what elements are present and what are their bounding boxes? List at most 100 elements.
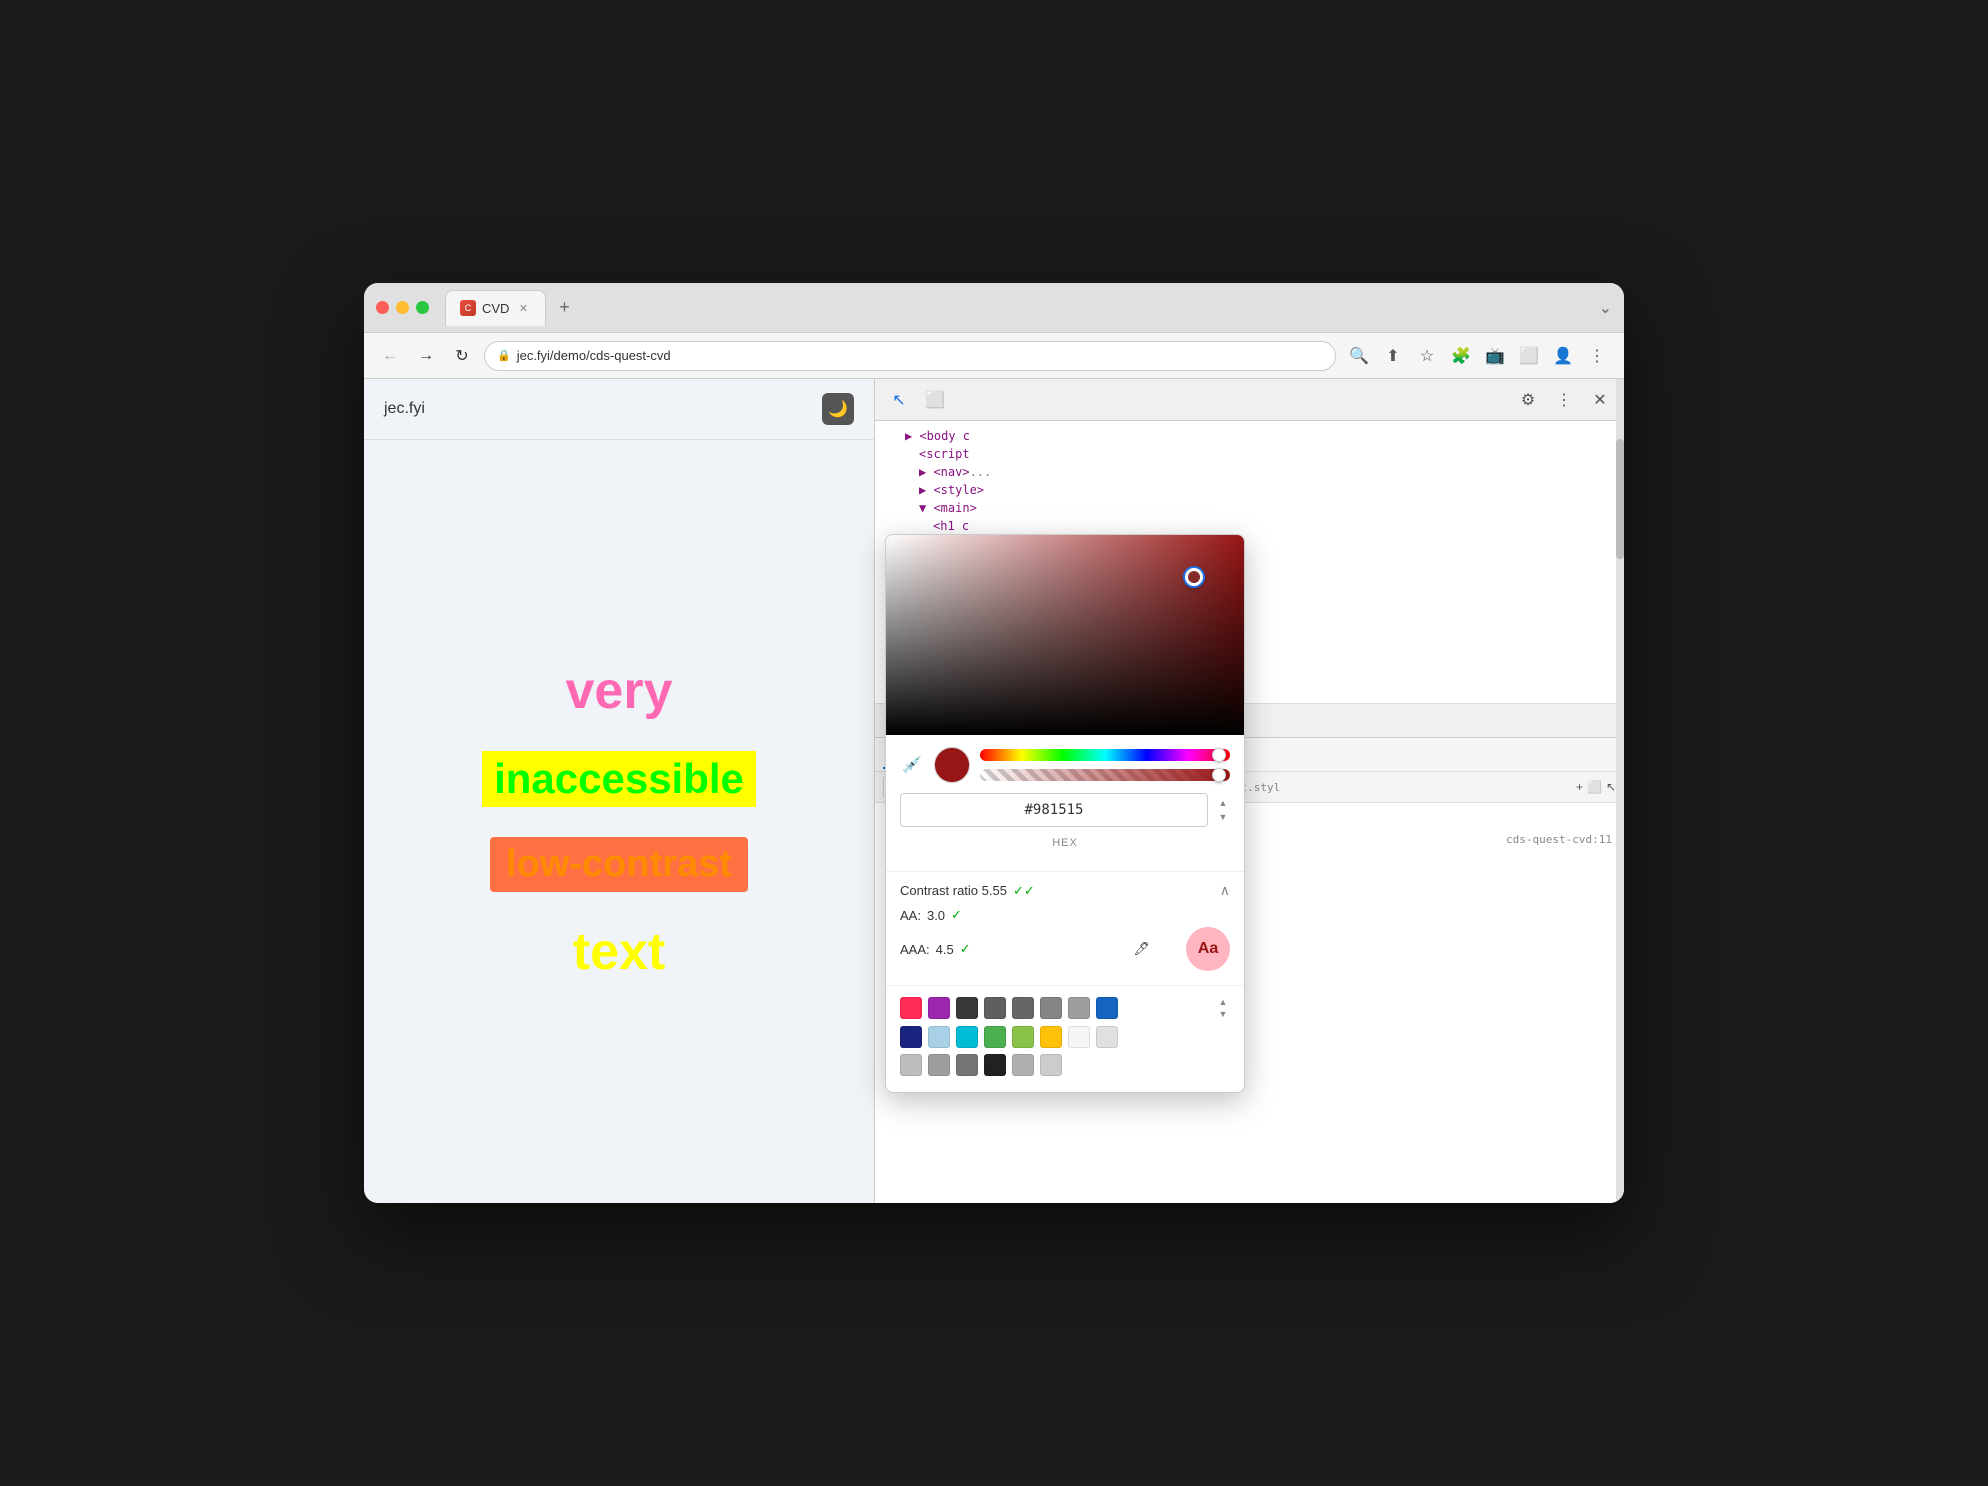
swatches-down-arrow[interactable]: ▼ <box>1216 1008 1230 1020</box>
demo-word-lowcontrast: low-contrast <box>490 837 748 892</box>
swatch-hotpink[interactable] <box>900 997 922 1019</box>
maximize-window-button[interactable] <box>416 301 429 314</box>
sidebar-button[interactable]: ⬜ <box>1514 341 1544 371</box>
tree-node-main[interactable]: ▼ <main> <box>875 499 1624 517</box>
minimize-window-button[interactable] <box>396 301 409 314</box>
color-gradient-area[interactable] <box>886 535 1244 735</box>
cast-button[interactable]: 📺 <box>1480 341 1510 371</box>
address-bar[interactable]: 🔒 jec.fyi/demo/cds-quest-cvd <box>484 341 1336 371</box>
swatch-blue[interactable] <box>1096 997 1118 1019</box>
swatch-darkest[interactable] <box>984 1054 1006 1076</box>
inspect-style-button[interactable]: ↖ <box>1606 780 1616 794</box>
share-button[interactable]: ⬆ <box>1378 341 1408 371</box>
hex-down-arrow[interactable]: ▼ <box>1216 811 1230 823</box>
hex-arrows: ▲ ▼ <box>1216 797 1230 823</box>
swatch-mid2[interactable] <box>928 1054 950 1076</box>
swatch-mid3[interactable] <box>956 1054 978 1076</box>
color-picker-controls: 💉 #981515 <box>886 735 1244 871</box>
back-button[interactable]: ← <box>376 342 404 370</box>
swatch-darkblue[interactable] <box>900 1026 922 1048</box>
swatch-alt1[interactable] <box>1012 1054 1034 1076</box>
menu-button[interactable]: ⋮ <box>1582 341 1612 371</box>
swatch-lightgreen[interactable] <box>1012 1026 1034 1048</box>
swatch-gray2[interactable] <box>1040 997 1062 1019</box>
hue-slider-thumb[interactable] <box>1212 748 1226 762</box>
bookmark-button[interactable]: ☆ <box>1412 341 1442 371</box>
color-picker-row: 💉 <box>900 747 1230 783</box>
nav-actions: 🔍 ⬆ ☆ 🧩 📺 ⬜ 👤 ⋮ <box>1344 341 1612 371</box>
close-window-button[interactable] <box>376 301 389 314</box>
contrast-expand-button[interactable]: ∧ <box>1220 882 1230 899</box>
new-tab-button[interactable]: + <box>550 294 578 322</box>
aa-row: AA: 3.0 ✓ <box>900 907 1230 923</box>
contrast-rows: AA: 3.0 ✓ AAA: 4.5 ✓ 🖊 Aa <box>900 907 1230 971</box>
css-source-link[interactable]: cds-quest-cvd:11 <box>1506 833 1612 847</box>
swatch-lightgray[interactable] <box>1096 1026 1118 1048</box>
contrast-header: Contrast ratio 5.55 ✓✓ ∧ <box>900 882 1230 899</box>
mac-window: C CVD ✕ + ⌄ ← → ↻ 🔒 jec.fyi/demo/cds-que… <box>364 283 1624 1203</box>
hex-input-row: #981515 ▲ ▼ <box>900 793 1230 827</box>
dark-mode-button[interactable]: 🌙 <box>822 393 854 425</box>
swatch-mid1[interactable] <box>900 1054 922 1076</box>
hex-up-arrow[interactable]: ▲ <box>1216 797 1230 809</box>
browser-tab-cvd[interactable]: C CVD ✕ <box>445 290 546 326</box>
tree-node-style1[interactable]: ▶ <style> <box>875 481 1624 499</box>
contrast-section: Contrast ratio 5.55 ✓✓ ∧ AA: 3.0 ✓ AAA: <box>886 871 1244 985</box>
traffic-lights <box>376 301 429 314</box>
swatch-cyan[interactable] <box>956 1026 978 1048</box>
hue-slider[interactable] <box>980 749 1230 761</box>
devtools-more-button[interactable]: ⋮ <box>1550 386 1578 414</box>
devtools-close-button[interactable]: ✕ <box>1586 386 1614 414</box>
eyedropper-button[interactable]: 💉 <box>900 753 924 777</box>
swatch-dark2[interactable] <box>984 997 1006 1019</box>
tab-close-button[interactable]: ✕ <box>515 300 531 316</box>
color-picker-cursor[interactable] <box>1185 568 1203 586</box>
swatches-row-1: ▲ ▼ <box>900 996 1230 1020</box>
extensions-button[interactable]: 🧩 <box>1446 341 1476 371</box>
contrast-ratio-text: Contrast ratio 5.55 <box>900 883 1007 898</box>
swatches-row-3 <box>900 1054 1230 1076</box>
scrollbar-thumb[interactable] <box>1616 439 1624 559</box>
swatch-lightblue[interactable] <box>928 1026 950 1048</box>
tab-list-button[interactable]: ⌄ <box>1599 298 1612 318</box>
tree-node-body[interactable]: ▶ <body c <box>875 427 1624 445</box>
swatch-alt2[interactable] <box>1040 1054 1062 1076</box>
inspect-element-button[interactable]: ↖ <box>885 386 913 414</box>
aa-check-icon: ✓ <box>951 907 962 923</box>
page-header: jec.fyi 🌙 <box>364 379 874 440</box>
aaa-label: AAA: <box>900 942 930 957</box>
swatch-gray1[interactable] <box>1012 997 1034 1019</box>
swatch-green[interactable] <box>984 1026 1006 1048</box>
devtools-settings-button[interactable]: ⚙ <box>1514 386 1542 414</box>
alpha-slider[interactable] <box>980 769 1230 781</box>
forward-button[interactable]: → <box>412 342 440 370</box>
search-button[interactable]: 🔍 <box>1344 341 1374 371</box>
nav-bar: ← → ↻ 🔒 jec.fyi/demo/cds-quest-cvd 🔍 ⬆ ☆… <box>364 333 1624 379</box>
tree-node-h1-1[interactable]: <h1 c <box>875 517 1624 535</box>
swatch-purple[interactable] <box>928 997 950 1019</box>
account-button[interactable]: 👤 <box>1548 341 1578 371</box>
swatch-white[interactable] <box>1068 1026 1090 1048</box>
refresh-button[interactable]: ↻ <box>448 342 476 370</box>
swatch-dark1[interactable] <box>956 997 978 1019</box>
color-swatch-preview[interactable] <box>934 747 970 783</box>
responsive-design-button[interactable]: ⬜ <box>921 386 949 414</box>
swatch-gray3[interactable] <box>1068 997 1090 1019</box>
tree-node-script1[interactable]: <script <box>875 445 1624 463</box>
devtools-panel: ↖ ⬜ ⚙ ⋮ ✕ ▶ <body c <script ▶ <nav>... <box>874 379 1624 1203</box>
swatches-up-arrow[interactable]: ▲ <box>1216 996 1230 1008</box>
swatches-row-2 <box>900 1026 1230 1048</box>
chrome-bar: C CVD ✕ + ⌄ <box>364 283 1624 333</box>
scrollbar-track <box>1616 379 1624 1203</box>
hex-input[interactable]: #981515 <box>900 793 1208 827</box>
aa-label: AA: <box>900 908 921 923</box>
contrast-title: Contrast ratio 5.55 ✓✓ <box>900 883 1035 899</box>
aa-value: 3.0 <box>927 908 945 923</box>
add-style-button[interactable]: + <box>1576 780 1583 794</box>
swatch-yellow[interactable] <box>1040 1026 1062 1048</box>
alpha-slider-thumb[interactable] <box>1212 768 1226 782</box>
copy-style-button[interactable]: ⬜ <box>1587 780 1602 794</box>
tree-node-nav[interactable]: ▶ <nav>... <box>875 463 1624 481</box>
eyedropper-contrast-button[interactable]: 🖊 <box>1133 941 1150 957</box>
tab-favicon: C <box>460 300 476 316</box>
